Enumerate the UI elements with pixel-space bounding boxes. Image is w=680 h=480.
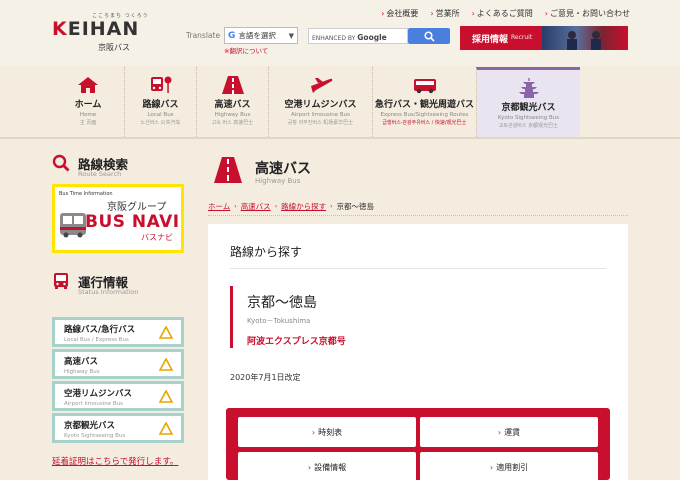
link-contact[interactable]: › ご意見・お問い合わせ [545, 8, 630, 19]
section-title: 路線から探す [230, 245, 303, 259]
status-local-express[interactable]: 路線バス/急行バス Local Bus / Express Bus [52, 317, 184, 347]
chevron-right-icon: › [307, 462, 312, 472]
warning-triangle-icon [159, 422, 173, 435]
breadcrumb-home[interactable]: ホーム [208, 201, 230, 212]
status-heading: 運行情報 Status Information [52, 270, 184, 298]
bus-stop-icon [150, 76, 171, 93]
route-menu: › 時刻表 › 運賃 › 設備情報 › 適用割引 [226, 408, 610, 480]
chevron-right-icon: › [430, 9, 434, 18]
warning-triangle-icon [159, 326, 173, 339]
link-faq[interactable]: › よくあるご質問 [472, 8, 533, 19]
pagoda-icon [518, 78, 539, 98]
nav-local-bus[interactable]: 路線バス Local Bus 노선버스 公共汽车 [124, 67, 196, 137]
bus-front-icon [54, 273, 68, 289]
warning-triangle-icon [159, 390, 173, 403]
site-search: ENHANCED BY Google [308, 28, 450, 44]
chevron-right-icon: › [489, 462, 494, 472]
route-search-heading: 路線検索 Route Search [52, 152, 184, 180]
search-icon [423, 30, 435, 42]
nav-divider [0, 137, 680, 139]
global-nav: ホーム Home 主 页面 路線バス Local Bus 노선버스 公共汽车 高… [52, 67, 628, 137]
utility-links: › 会社概要 › 営業所 › よくあるご質問 › ご意見・お問い合わせ [381, 8, 630, 19]
nav-kyoto-sightseeing[interactable]: 京都観光バス Kyoto Sightseeing Bus 교토관광버스 京都观光… [476, 67, 580, 137]
nav-airport-limousine[interactable]: 空港リムジンバス Airport limousine Bus 공항 리무진버스 … [268, 67, 372, 137]
translate-label: Translate [186, 31, 221, 40]
chevron-right-icon: › [497, 427, 502, 437]
divider [208, 215, 628, 216]
chevron-right-icon: › [234, 203, 237, 210]
search-input[interactable]: ENHANCED BY Google [308, 28, 408, 44]
chevron-down-icon: ▼ [288, 31, 294, 40]
site-header: こころまち つくろう KEIHAN 京阪バス › 会社概要 › 営業所 › よくあるご… [0, 0, 680, 66]
status-airport-limousine[interactable]: 空港リムジンバス Airport limousine Bus [52, 381, 184, 411]
breadcrumb-highway[interactable]: 高速バス [241, 201, 271, 212]
language-select[interactable]: G 言語を選択 ▼ [224, 27, 298, 44]
recruit-photo [542, 26, 628, 50]
warning-triangle-icon [159, 358, 173, 371]
nav-home[interactable]: ホーム Home 主 页面 [52, 67, 124, 137]
nav-highway-bus[interactable]: 高速バス Highway Bus 고속 버스 高速巴士 [196, 67, 268, 137]
recruit-banner[interactable]: 採用情報 Recruit [460, 26, 628, 50]
google-g-icon: G [228, 30, 236, 41]
divider [230, 268, 606, 269]
revision-date: 2020年7月1日改定 [230, 373, 301, 382]
breadcrumb-current: 京都〜徳島 [336, 202, 375, 211]
bus-side-icon [60, 213, 86, 238]
chevron-right-icon: › [274, 203, 278, 210]
highway-road-icon [221, 76, 244, 94]
bus-navi-banner[interactable]: Bus Time Information 京阪グループ BUS NAVI バスナ… [52, 184, 184, 253]
express-bus-icon [413, 79, 436, 94]
search-button[interactable] [408, 28, 450, 44]
discounts-button[interactable]: › 適用割引 [420, 452, 598, 480]
airplane-icon [310, 78, 332, 93]
translation-note-link[interactable]: ※翻訳について [224, 45, 268, 55]
status-highway[interactable]: 高速バス Highway Bus [52, 349, 184, 379]
chevron-right-icon: › [311, 427, 316, 437]
link-company[interactable]: › 会社概要 [381, 8, 418, 19]
link-offices[interactable]: › 営業所 [430, 8, 459, 19]
delay-certificate-link[interactable]: 延着証明はこちらで発行します。 [52, 455, 178, 467]
chevron-right-icon: › [330, 203, 333, 210]
status-kyoto-sightseeing[interactable]: 京都観光バス Kyoto Sightseeing Bus [52, 413, 184, 443]
chevron-right-icon: › [544, 9, 548, 18]
route-line-name: 阿波エクスプレス京都号 [247, 337, 346, 347]
logo-wordmark: KEIHAN [52, 18, 140, 40]
fare-button[interactable]: › 運賃 [420, 417, 598, 447]
chevron-right-icon: › [381, 9, 385, 18]
route-name-en: Kyoto－Tokushima [247, 317, 311, 325]
breadcrumb: ホーム › 高速バス › 路線から探す › 京都〜徳島 [208, 201, 374, 212]
chevron-right-icon: › [471, 9, 475, 18]
nav-express-sightseeing[interactable]: 急行バス・観光周遊バス Express Bus/Sightseeing Rout… [372, 67, 476, 137]
route-header: 京都〜徳島 Kyoto－Tokushima 阿波エクスプレス京都号 [230, 286, 346, 348]
page-title: 高速バス Highway Bus [213, 156, 629, 196]
highway-road-icon [214, 157, 242, 183]
status-list: 路線バス/急行バス Local Bus / Express Bus 高速バス H… [52, 317, 184, 445]
timetable-button[interactable]: › 時刻表 [238, 417, 416, 447]
magnifier-icon [52, 154, 70, 172]
keihan-logo[interactable]: こころまち つくろう KEIHAN 京阪バス [52, 12, 162, 52]
breadcrumb-route-search[interactable]: 路線から探す [281, 201, 326, 212]
route-name: 京都〜徳島 [247, 295, 317, 311]
logo-division: 京阪バス [98, 43, 130, 52]
facilities-button[interactable]: › 設備情報 [238, 452, 416, 480]
home-icon [78, 77, 98, 93]
